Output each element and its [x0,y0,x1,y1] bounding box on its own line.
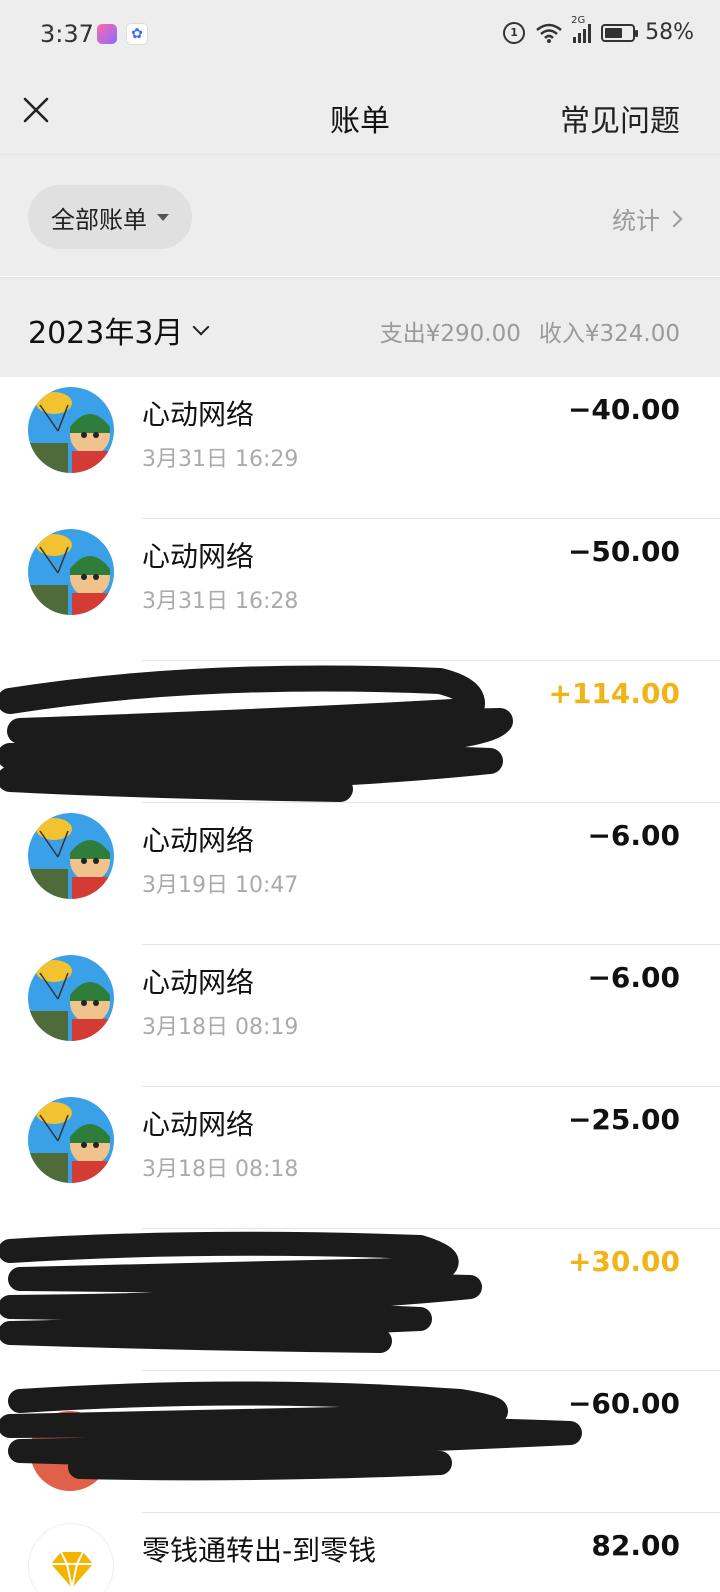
transaction-row[interactable]: 心动网络 3月18日 08:18 −25.00 [0,1087,720,1229]
hd-call-icon: 1 [503,21,526,44]
network-type: 2G [571,14,586,26]
bill-type-filter[interactable]: 全部账单 [28,185,192,249]
month-totals: 支出¥290.00 收入¥324.00 [380,314,680,348]
month-label: 2023年3月 [28,316,184,351]
game-avatar [28,529,114,615]
statistics-link[interactable]: 统计 [612,201,683,236]
game-avatar [28,955,114,1041]
income-total: 收入¥324.00 [538,321,680,347]
transaction-list: 心动网络 3月31日 16:29 −40.00 心动网络 3月31日 16:28… [0,377,720,1592]
transaction-amount: −25.00 [567,1103,680,1136]
game-avatar [28,1097,114,1183]
filter-bar: 全部账单 统计 [0,154,720,276]
faq-link[interactable]: 常见问题 [560,96,680,140]
filter-label: 全部账单 [51,205,147,234]
transaction-row[interactable]: +114.00 [0,661,720,803]
nav-bar: 账单 常见问题 [0,74,720,154]
transaction-row[interactable]: −60.00 [0,1371,720,1513]
transaction-row[interactable]: 心动网络 3月19日 10:47 −6.00 [0,803,720,945]
status-time: 3:37 [40,20,94,48]
statistics-label: 统计 [612,207,660,235]
month-summary-bar: 2023年3月 支出¥290.00 收入¥324.00 [0,277,720,377]
chevron-down-icon [192,318,210,336]
transaction-row[interactable]: +30.00 [0,1229,720,1371]
merchant-name: 心动网络 [142,540,255,573]
game-avatar [28,387,114,473]
game-avatar [28,813,114,899]
transaction-row[interactable]: 心动网络 3月18日 08:19 −6.00 [0,945,720,1087]
transaction-row[interactable]: 零钱通转出-到零钱 82.00 [0,1513,720,1592]
redaction-scribble [0,1381,582,1481]
transaction-amount: +30.00 [567,1245,680,1278]
cellular-signal-icon: 2G [571,15,592,43]
transaction-time: 3月18日 08:18 [142,1157,299,1182]
diamond-icon [28,1523,114,1592]
transaction-time: 3月31日 16:28 [142,589,299,614]
bill-page: { "status_bar": { "time": "3:37", "netwo… [0,0,720,1592]
transaction-amount: −40.00 [567,393,680,426]
transaction-amount: −6.00 [587,961,680,994]
merchant-name: 心动网络 [142,1108,255,1141]
status-bar: 3:37 ✿ 1 2G 58% [0,0,720,74]
chevron-right-icon [665,210,683,227]
merchant-name: 心动网络 [142,398,255,431]
transaction-row[interactable]: 心动网络 3月31日 16:29 −40.00 [0,377,720,519]
merchant-name: 零钱通转出-到零钱 [142,1534,377,1567]
transaction-time: 3月31日 16:29 [142,447,299,472]
redaction-scribble [0,1231,482,1353]
transaction-amount: −50.00 [567,535,680,568]
transaction-amount: −6.00 [587,819,680,852]
transaction-amount: +114.00 [548,677,680,710]
battery-level: 58% [645,20,694,45]
wifi-icon [536,23,562,43]
caret-down-icon [157,213,169,221]
baidu-app-icon: ✿ [126,23,148,45]
transaction-time: 3月18日 08:19 [142,1015,299,1040]
expense-total: 支出¥290.00 [379,321,521,347]
battery-icon [601,23,639,42]
notification-app-icon [97,24,117,44]
transaction-time: 3月19日 10:47 [142,873,299,898]
transaction-amount: 82.00 [591,1529,680,1562]
redaction-scribble [0,665,513,802]
merchant-name: 心动网络 [142,824,255,857]
month-selector[interactable]: 2023年3月 [28,308,210,352]
transaction-row[interactable]: 心动网络 3月31日 16:28 −50.00 [0,519,720,661]
merchant-name: 心动网络 [142,966,255,999]
status-indicators: 1 2G 58% [503,15,694,45]
